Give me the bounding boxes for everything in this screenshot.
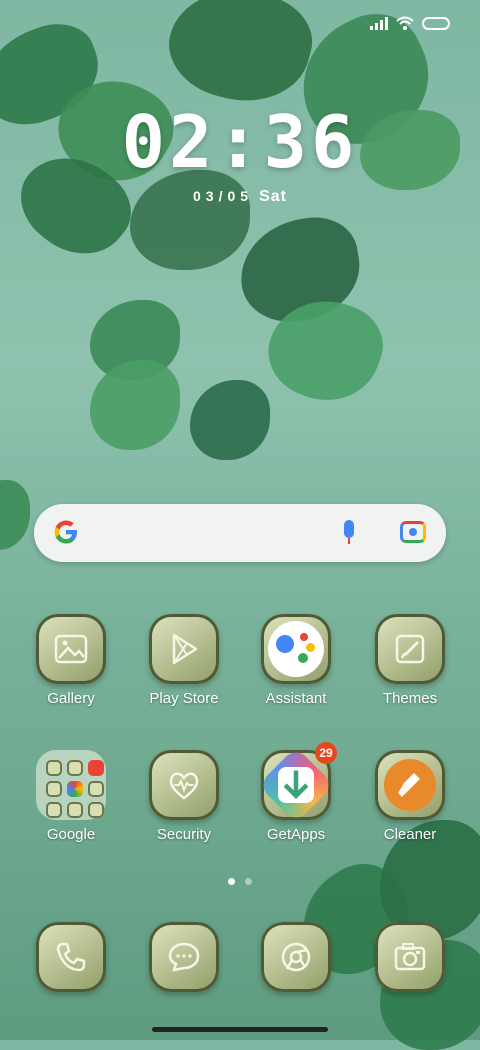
app-label: GetApps (266, 826, 326, 843)
app-label: Cleaner (383, 826, 437, 843)
folder-google[interactable]: Google (15, 750, 127, 843)
status-bar (370, 16, 450, 30)
app-cleaner[interactable]: Cleaner (354, 750, 466, 843)
download-icon: 29 (257, 742, 337, 824)
app-label: Play Store (149, 690, 219, 707)
day-text: Sat (259, 188, 287, 205)
dock-camera[interactable] (354, 922, 466, 992)
wifi-icon (396, 16, 414, 30)
app-label: Google (46, 826, 96, 843)
battery-icon (422, 16, 450, 30)
phone-icon (36, 922, 106, 992)
browser-icon (261, 922, 331, 992)
page-indicator (0, 878, 480, 885)
app-security[interactable]: Security (128, 750, 240, 843)
assistant-icon (261, 614, 331, 684)
app-getapps[interactable]: 29 GetApps (240, 742, 352, 843)
app-themes[interactable]: Themes (354, 614, 466, 707)
dock-browser[interactable] (240, 922, 352, 992)
play-icon (149, 614, 219, 684)
app-gallery[interactable]: Gallery (15, 614, 127, 707)
clock-widget[interactable]: 02:36 03/05 Sat (0, 100, 480, 206)
message-icon (149, 922, 219, 992)
cell-signal-icon (370, 16, 388, 30)
microphone-icon[interactable] (342, 520, 356, 546)
gesture-bar[interactable] (152, 1027, 328, 1032)
google-logo (52, 518, 80, 553)
clock-time: 02:36 (121, 100, 359, 184)
heart-pulse-icon (149, 750, 219, 820)
broom-icon (375, 750, 445, 820)
notification-badge: 29 (315, 742, 337, 764)
camera-lens-icon[interactable] (400, 521, 426, 543)
page-dot (245, 878, 252, 885)
app-label: Assistant (265, 690, 327, 707)
dock-messages[interactable] (128, 922, 240, 992)
date-text: 03/05 (193, 188, 254, 204)
app-play-store[interactable]: Play Store (128, 614, 240, 707)
brush-icon (375, 614, 445, 684)
image-icon (36, 614, 106, 684)
app-assistant[interactable]: Assistant (240, 614, 352, 707)
app-label: Gallery (47, 690, 95, 707)
dock-phone[interactable] (15, 922, 127, 992)
google-search-bar[interactable] (34, 504, 446, 562)
page-dot-active (228, 878, 235, 885)
folder-icon (36, 750, 106, 820)
app-label: Security (156, 826, 212, 843)
clock-date: 03/05 Sat (0, 188, 480, 206)
app-label: Themes (382, 690, 438, 707)
camera-icon (375, 922, 445, 992)
